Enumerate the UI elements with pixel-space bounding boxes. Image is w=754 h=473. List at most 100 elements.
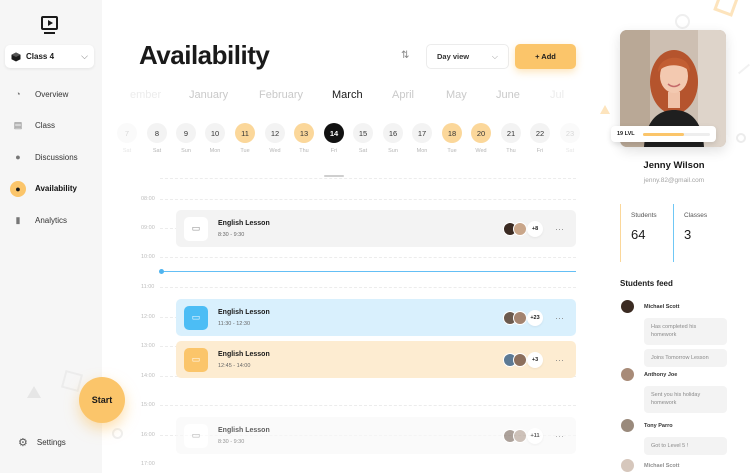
day-item[interactable]: 21 Thu — [501, 123, 521, 154]
more-count-badge: +3 — [527, 351, 543, 368]
day-item[interactable]: 18 Tue — [442, 123, 462, 154]
month-item-active[interactable]: March — [332, 89, 363, 101]
time-label: 11:00 — [141, 284, 155, 290]
day-item[interactable]: 7 Sat — [117, 123, 137, 154]
day-item[interactable]: 17 Mon — [412, 123, 432, 154]
stat-value: 64 — [631, 227, 646, 242]
day-name: Wed — [475, 148, 487, 154]
month-item[interactable]: May — [446, 89, 467, 101]
day-item[interactable]: 16 Sun — [383, 123, 403, 154]
time-label: 10:00 — [141, 254, 155, 260]
day-number: 20 — [471, 123, 491, 143]
more-options-icon[interactable]: ··· — [555, 224, 564, 234]
month-item[interactable]: June — [496, 89, 520, 101]
start-button[interactable]: Start — [79, 377, 125, 423]
day-item[interactable]: 15 Sat — [353, 123, 373, 154]
feed-user-name: Tony Parro — [644, 422, 673, 429]
lesson-card[interactable]: ▭ English Lesson 8:30 - 9:30 +8 ··· — [176, 210, 576, 247]
day-name: Fri — [330, 148, 338, 154]
month-item[interactable]: ember — [130, 89, 161, 101]
avatar — [620, 458, 635, 473]
day-number: 10 — [205, 123, 225, 143]
lesson-card[interactable]: ▭ English Lesson 12:45 - 14:00 +3 ··· — [176, 341, 576, 378]
day-item[interactable]: 9 Sun — [176, 123, 196, 154]
sidebar-item-analytics[interactable]: ▮ Analytics — [10, 210, 78, 230]
stat-label: Students — [631, 212, 657, 219]
more-options-icon[interactable]: ··· — [555, 313, 564, 323]
time-label: 16:00 — [141, 432, 155, 438]
day-number: 16 — [383, 123, 403, 143]
lesson-name: English Lesson — [218, 426, 270, 434]
bar-chart-icon: ▮ — [15, 214, 21, 225]
sidebar-item-label: Availability — [35, 184, 77, 193]
sort-icon[interactable]: ⇅ — [401, 50, 409, 61]
day-number: 18 — [442, 123, 462, 143]
feed-message: Sent you his holiday homework — [644, 386, 727, 413]
day-number: 8 — [147, 123, 167, 143]
month-item[interactable]: April — [392, 89, 414, 101]
page-title: Availability — [139, 40, 270, 70]
class-selector[interactable]: Class 4 ⌵ — [5, 45, 94, 68]
decorative-circle — [736, 133, 746, 143]
month-selector: ember January February March April May J… — [0, 89, 600, 105]
day-item-selected[interactable]: 14 Fri — [324, 123, 344, 154]
time-label: 09:00 — [141, 225, 155, 231]
avatar — [513, 352, 527, 367]
month-item[interactable]: February — [259, 89, 303, 101]
day-name: Thu — [299, 148, 309, 154]
day-name: Mon — [209, 148, 221, 154]
current-time-line — [161, 271, 576, 272]
month-item[interactable]: Jul — [550, 89, 564, 101]
board-icon: ▭ — [184, 423, 208, 448]
current-time-dot — [159, 269, 164, 274]
grid-line — [160, 287, 576, 288]
sidebar-item-availability[interactable]: ● Availability — [10, 179, 78, 199]
lesson-name: English Lesson — [218, 219, 270, 227]
day-item[interactable]: 12 Wed — [265, 123, 285, 154]
more-count-badge: +11 — [527, 427, 543, 444]
day-name: Sun — [181, 148, 191, 154]
grid-line — [160, 257, 576, 258]
day-item[interactable]: 20 Wed — [471, 123, 491, 154]
day-name: Sun — [388, 148, 398, 154]
schedule-timeline: 08:00 09:00 10:00 11:00 12:00 13:00 14:0… — [140, 178, 580, 473]
grid-line — [160, 178, 576, 179]
more-options-icon[interactable]: ··· — [555, 431, 564, 441]
decorative-triangle — [600, 105, 610, 114]
decorative-line — [737, 63, 751, 75]
time-label: 13:00 — [141, 343, 155, 349]
lesson-card[interactable]: ▭ English Lesson 11:30 - 12:30 +23 ··· — [176, 299, 576, 336]
month-item[interactable]: January — [189, 89, 228, 101]
feed-item[interactable]: Michael Scott Has completed his homework… — [620, 299, 730, 367]
day-name: Thu — [506, 148, 516, 154]
lesson-time: 8:30 - 9:30 — [218, 438, 245, 445]
more-options-icon[interactable]: ··· — [555, 355, 564, 365]
day-item[interactable]: 10 Mon — [205, 123, 225, 154]
lesson-time: 11:30 - 12:30 — [218, 320, 251, 327]
day-item[interactable]: 23 Sat — [560, 123, 580, 154]
grid-line — [160, 405, 576, 406]
lesson-time: 8:30 - 9:30 — [218, 231, 245, 238]
day-item[interactable]: 8 Sat — [147, 123, 167, 154]
view-select[interactable]: Day view ⌵ — [426, 44, 509, 69]
day-item[interactable]: 13 Thu — [294, 123, 314, 154]
lesson-card[interactable]: ▭ English Lesson 8:30 - 9:30 +11 ··· — [176, 417, 576, 454]
time-label: 15:00 — [141, 402, 155, 408]
more-count-badge: +23 — [527, 309, 543, 326]
sidebar-item-settings[interactable]: ⚙ Settings — [18, 436, 66, 449]
drag-handle[interactable] — [324, 175, 344, 177]
add-button[interactable]: + Add — [515, 44, 576, 69]
profile-email: jenny.82@gmail.com — [643, 177, 705, 184]
more-count-badge: +8 — [527, 220, 543, 237]
feed-item[interactable]: Tony Parro Got to Level 5 ! — [620, 418, 730, 456]
day-item[interactable]: 22 Fri — [530, 123, 550, 154]
feed-item[interactable]: Michael Scott — [620, 458, 730, 473]
day-number: 15 — [353, 123, 373, 143]
attendee-avatars: +11 — [503, 427, 543, 444]
feed-item[interactable]: Anthony Joe Sent you his holiday homewor… — [620, 367, 730, 413]
board-icon: ▭ — [184, 305, 208, 330]
day-item[interactable]: 11 Tue — [235, 123, 255, 154]
sidebar-item-label: Analytics — [35, 215, 68, 225]
day-name: Sat — [565, 148, 575, 154]
gear-icon: ⚙ — [18, 437, 28, 449]
